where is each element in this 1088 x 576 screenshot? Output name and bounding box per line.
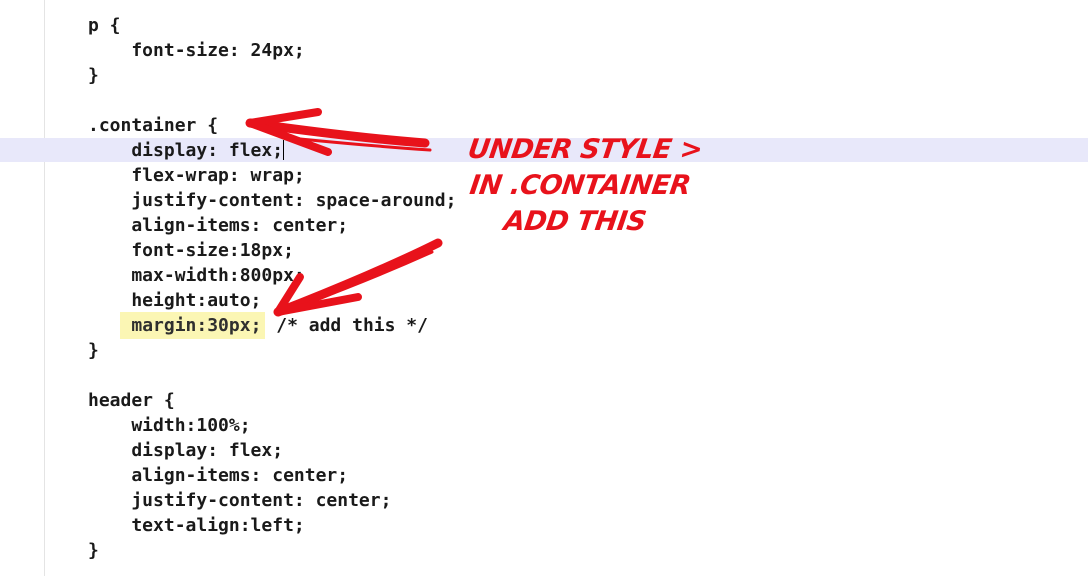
code-text: } — [88, 540, 99, 561]
code-text: } — [88, 340, 99, 361]
code-line[interactable]: max-width:800px; — [88, 263, 456, 288]
code-comment: /* add this */ — [265, 315, 428, 336]
code-text: height:auto; — [88, 290, 262, 311]
code-text: .container { — [88, 115, 219, 136]
gutter-divider — [44, 0, 45, 576]
code-text: font-size:18px; — [88, 240, 294, 261]
code-line[interactable]: } — [88, 338, 456, 363]
code-editor[interactable]: p { font-size: 24px;} .container { displa… — [0, 0, 1088, 576]
code-text: width:100%; — [88, 415, 251, 436]
annotation-note: UNDER STYLE > IN .CONTAINER ADD THIS — [442, 132, 717, 240]
code-text: text-align:left; — [88, 515, 305, 536]
code-text: display: flex; — [88, 440, 284, 461]
code-text: max-width:800px; — [88, 265, 305, 286]
code-line[interactable] — [88, 363, 456, 388]
code-line[interactable]: header { — [88, 388, 456, 413]
code-text: justify-content: space-around; — [88, 190, 457, 211]
code-line[interactable]: flex-wrap: wrap; — [88, 163, 456, 188]
code-line[interactable]: margin:30px; /* add this */ — [88, 312, 456, 339]
annotation-line-3: ADD THIS — [502, 206, 649, 237]
code-text: header { — [88, 390, 175, 411]
code-text: font-size: 24px; — [88, 40, 305, 61]
code-line[interactable]: } — [88, 63, 456, 88]
code-line[interactable] — [88, 88, 456, 113]
code-text: p { — [88, 15, 121, 36]
code-line[interactable]: text-align:left; — [88, 513, 456, 538]
code-text: justify-content: center; — [88, 490, 392, 511]
code-line[interactable]: height:auto; — [88, 288, 456, 313]
code-line[interactable]: font-size: 24px; — [88, 38, 456, 63]
code-text: align-items: center; — [88, 215, 349, 236]
code-text: align-items: center; — [88, 465, 349, 486]
code-line[interactable]: justify-content: center; — [88, 488, 456, 513]
code-line[interactable]: width:100%; — [88, 413, 456, 438]
code-line[interactable]: p { — [88, 13, 456, 38]
code-line[interactable]: align-items: center; — [88, 213, 456, 238]
annotation-line-2: IN .CONTAINER — [467, 170, 693, 201]
code-line[interactable]: align-items: center; — [88, 463, 456, 488]
highlighted-code: margin:30px; — [120, 312, 266, 339]
code-line[interactable]: display: flex; — [88, 438, 456, 463]
code-line[interactable]: font-size:18px; — [88, 238, 456, 263]
code-line[interactable]: } — [88, 538, 456, 563]
code-text: flex-wrap: wrap; — [88, 165, 305, 186]
code-block[interactable]: p { font-size: 24px;} .container { displa… — [88, 13, 456, 563]
text-cursor — [283, 140, 285, 160]
annotation-line-1: UNDER STYLE > — [465, 134, 705, 165]
code-text: display: flex; — [88, 140, 284, 161]
code-text: } — [88, 65, 99, 86]
code-line[interactable]: justify-content: space-around; — [88, 188, 456, 213]
code-line[interactable]: .container { — [88, 113, 456, 138]
code-line[interactable]: display: flex; — [88, 138, 456, 163]
